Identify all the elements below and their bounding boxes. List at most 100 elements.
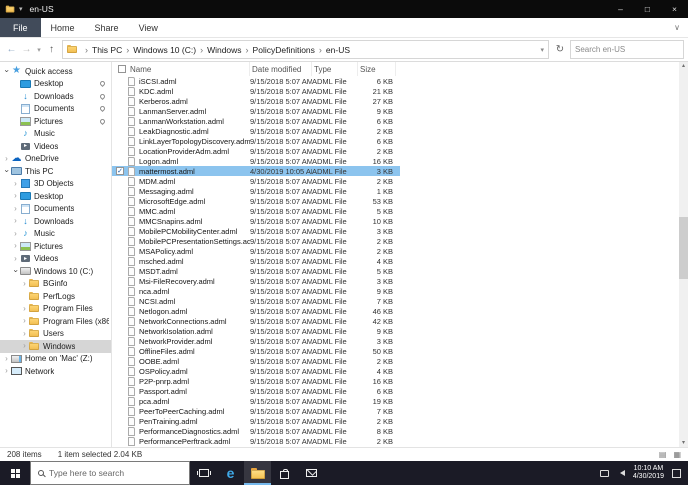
expander-icon[interactable]: [11, 242, 20, 250]
sidebar-item[interactable]: Music: [0, 228, 111, 241]
sidebar-item[interactable]: Pictures: [0, 115, 111, 128]
taskbar-search-box[interactable]: [30, 461, 190, 485]
file-row[interactable]: OfflineFiles.adml 9/15/2018 5:07 AM ADML…: [112, 346, 400, 356]
file-row[interactable]: Logon.adml 9/15/2018 5:07 AM ADML File 1…: [112, 156, 400, 166]
tab-view[interactable]: View: [129, 18, 168, 37]
sidebar-item[interactable]: Pictures: [0, 240, 111, 253]
breadcrumb-segment[interactable]: Windows 10 (C:): [122, 45, 196, 55]
expander-icon[interactable]: [11, 205, 20, 213]
sidebar-item[interactable]: Program Files: [0, 303, 111, 316]
column-header-date-modified[interactable]: Date modified: [250, 62, 312, 76]
sidebar-item[interactable]: Music: [0, 128, 111, 141]
file-row[interactable]: MSDT.adml 9/15/2018 5:07 AM ADML File 5 …: [112, 266, 400, 276]
file-row[interactable]: LinkLayerTopologyDiscovery.adml 9/15/201…: [112, 136, 400, 146]
sidebar-item[interactable]: Users: [0, 328, 111, 341]
sidebar-item[interactable]: 3D Objects: [0, 178, 111, 191]
file-row[interactable]: Messaging.adml 9/15/2018 5:07 AM ADML Fi…: [112, 186, 400, 196]
sidebar-item[interactable]: Videos: [0, 253, 111, 266]
sidebar-item[interactable]: Desktop: [0, 190, 111, 203]
breadcrumb-segment[interactable]: Windows: [196, 45, 241, 55]
breadcrumb-segment[interactable]: en-US: [315, 45, 350, 55]
breadcrumb-label[interactable]: Windows 10 (C:): [133, 45, 196, 55]
store-button[interactable]: [271, 461, 298, 485]
breadcrumb-separator-icon[interactable]: [122, 45, 133, 55]
expander-icon[interactable]: [20, 280, 29, 288]
large-icons-view-icon[interactable]: ▦: [673, 450, 681, 459]
file-row[interactable]: NetworkConnections.adml 9/15/2018 5:07 A…: [112, 316, 400, 326]
tab-share[interactable]: Share: [85, 18, 129, 37]
file-explorer-button[interactable]: [244, 461, 271, 485]
file-row[interactable]: PerformancePerftrack.adml 9/15/2018 5:07…: [112, 436, 400, 446]
details-view-icon[interactable]: ▤: [659, 450, 667, 459]
back-button[interactable]: ←: [4, 44, 19, 55]
breadcrumb-segment[interactable]: PolicyDefinitions: [242, 45, 315, 55]
forward-button[interactable]: →: [19, 44, 34, 55]
sidebar-item[interactable]: Documents: [0, 103, 111, 116]
expander-icon[interactable]: [11, 267, 20, 275]
task-view-button[interactable]: [190, 461, 217, 485]
sidebar-item[interactable]: Downloads: [0, 215, 111, 228]
file-row[interactable]: MMC.adml 9/15/2018 5:07 AM ADML File 5 K…: [112, 206, 400, 216]
breadcrumb-separator-icon[interactable]: [196, 45, 207, 55]
sidebar-item[interactable]: Network: [0, 365, 111, 378]
file-row[interactable]: MobilePCPresentationSettings.adml 9/15/2…: [112, 236, 400, 246]
edge-button[interactable]: e: [217, 461, 244, 485]
file-row[interactable]: pca.adml 9/15/2018 5:07 AM ADML File 19 …: [112, 396, 400, 406]
mail-button[interactable]: [298, 461, 325, 485]
scrollbar-thumb[interactable]: [679, 217, 688, 279]
file-row[interactable]: KDC.adml 9/15/2018 5:07 AM ADML File 21 …: [112, 86, 400, 96]
sidebar-item[interactable]: Windows: [0, 340, 111, 353]
file-row[interactable]: PerformanceDiagnostics.adml 9/15/2018 5:…: [112, 426, 400, 436]
file-row[interactable]: MDM.adml 9/15/2018 5:07 AM ADML File 2 K…: [112, 176, 400, 186]
close-button[interactable]: ×: [661, 0, 688, 18]
sidebar-item[interactable]: PerfLogs: [0, 290, 111, 303]
maximize-button[interactable]: □: [634, 0, 661, 18]
expander-icon[interactable]: [2, 355, 11, 363]
file-row[interactable]: Kerberos.adml 9/15/2018 5:07 AM ADML Fil…: [112, 96, 400, 106]
expander-icon[interactable]: [11, 180, 20, 188]
expander-icon[interactable]: [20, 305, 29, 313]
tab-home[interactable]: Home: [41, 18, 85, 37]
row-checkbox[interactable]: [116, 167, 124, 175]
file-row[interactable]: LanmanServer.adml 9/15/2018 5:07 AM ADML…: [112, 106, 400, 116]
expander-icon[interactable]: [2, 367, 11, 375]
breadcrumb-separator-icon[interactable]: [315, 45, 326, 55]
refresh-button[interactable]: ↻: [552, 44, 568, 55]
start-button[interactable]: [0, 461, 30, 485]
file-row[interactable]: NCSI.adml 9/15/2018 5:07 AM ADML File 7 …: [112, 296, 400, 306]
address-dropdown-icon[interactable]: ▾: [536, 46, 544, 54]
file-row[interactable]: LanmanWorkstation.adml 9/15/2018 5:07 AM…: [112, 116, 400, 126]
select-all-checkbox[interactable]: [118, 65, 126, 73]
sidebar-item[interactable]: OneDrive: [0, 153, 111, 166]
file-row[interactable]: mattermost.adml 4/30/2019 10:05 AM ADML …: [112, 166, 400, 176]
file-row[interactable]: MMCSnapins.adml 9/15/2018 5:07 AM ADML F…: [112, 216, 400, 226]
expander-icon[interactable]: [11, 217, 20, 225]
file-row[interactable]: P2P-pnrp.adml 9/15/2018 5:07 AM ADML Fil…: [112, 376, 400, 386]
breadcrumb-label[interactable]: PolicyDefinitions: [253, 45, 315, 55]
breadcrumb-label[interactable]: Windows: [207, 45, 241, 55]
recent-locations-dropdown-icon[interactable]: ▾: [34, 46, 44, 54]
expander-icon[interactable]: [20, 330, 29, 338]
scroll-up-icon[interactable]: ▴: [679, 62, 688, 70]
taskbar-clock[interactable]: 10:10 AM 4/30/2019: [633, 465, 664, 481]
up-button[interactable]: ↑: [44, 44, 59, 55]
expander-icon[interactable]: [11, 192, 20, 200]
sidebar-item[interactable]: Videos: [0, 140, 111, 153]
explorer-search-input[interactable]: [575, 45, 679, 54]
address-box[interactable]: This PC Windows 10 (C:) Windows: [62, 40, 549, 59]
expander-icon[interactable]: [20, 317, 29, 325]
breadcrumb-separator-icon[interactable]: [81, 45, 92, 55]
file-row[interactable]: Passport.adml 9/15/2018 5:07 AM ADML Fil…: [112, 386, 400, 396]
minimize-button[interactable]: –: [607, 0, 634, 18]
file-row[interactable]: Msi-FileRecovery.adml 9/15/2018 5:07 AM …: [112, 276, 400, 286]
expander-icon[interactable]: [20, 342, 29, 350]
file-row[interactable]: MicrosoftEdge.adml 9/15/2018 5:07 AM ADM…: [112, 196, 400, 206]
file-row[interactable]: OSPolicy.adml 9/15/2018 5:07 AM ADML Fil…: [112, 366, 400, 376]
file-row[interactable]: OOBE.adml 9/15/2018 5:07 AM ADML File 2 …: [112, 356, 400, 366]
taskbar-search-input[interactable]: [49, 468, 182, 478]
expander-icon[interactable]: [11, 255, 20, 263]
file-row[interactable]: iSCSI.adml 9/15/2018 5:07 AM ADML File 6…: [112, 76, 400, 86]
file-row[interactable]: nca.adml 9/15/2018 5:07 AM ADML File 9 K…: [112, 286, 400, 296]
expander-icon[interactable]: [2, 167, 11, 175]
sidebar-item[interactable]: Documents: [0, 203, 111, 216]
